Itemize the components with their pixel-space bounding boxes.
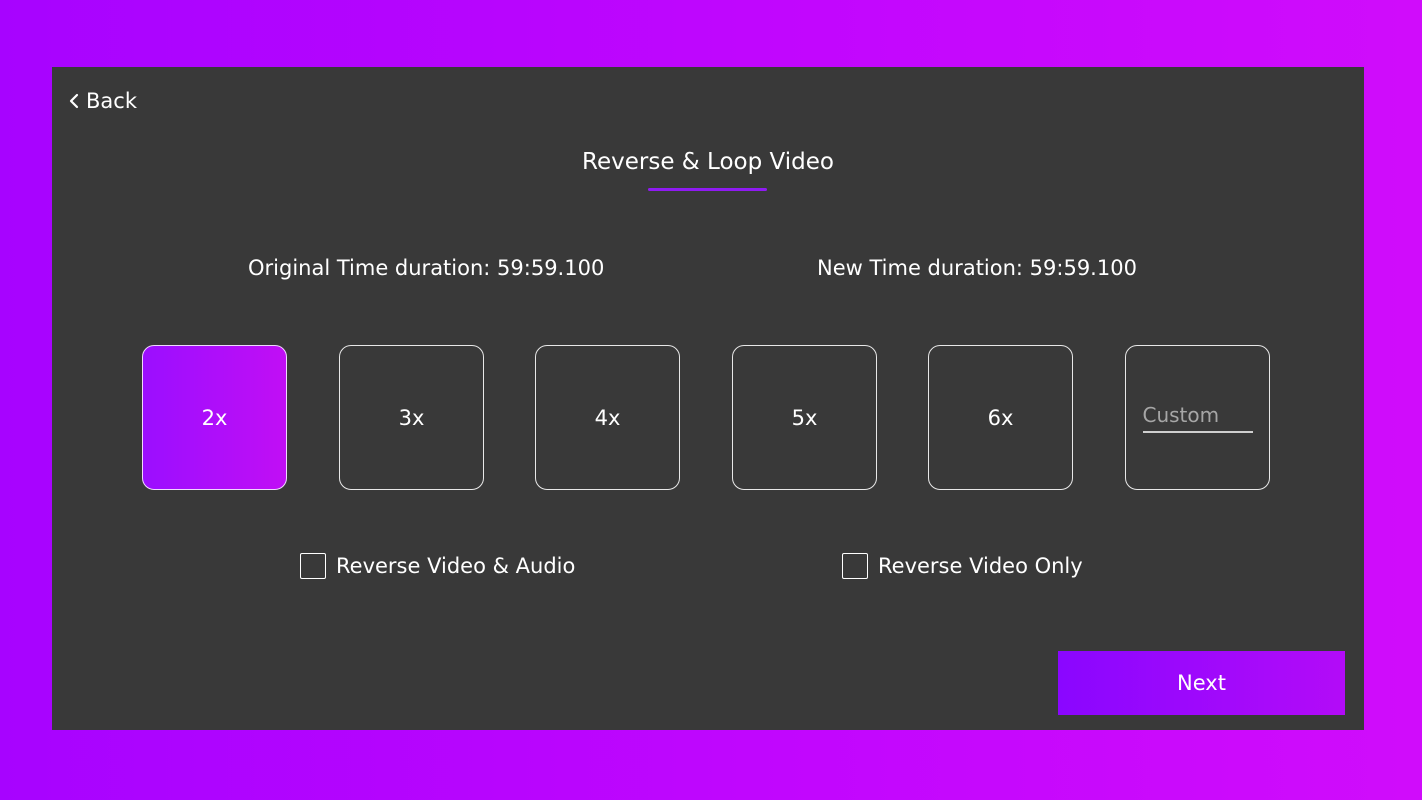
custom-speed-input[interactable] bbox=[1142, 402, 1253, 433]
back-button[interactable]: Back bbox=[68, 89, 137, 113]
speed-option-label: 4x bbox=[594, 405, 621, 430]
page-title-wrap: Reverse & Loop Video bbox=[52, 145, 1364, 179]
reverse-video-only-label: Reverse Video Only bbox=[878, 554, 1083, 578]
new-duration-label: New Time duration: 59:59.100 bbox=[817, 256, 1137, 280]
reverse-loop-panel: Back Reverse & Loop Video Original Time … bbox=[52, 67, 1364, 730]
speed-option-label: 5x bbox=[791, 405, 818, 430]
speed-option-label: 3x bbox=[398, 405, 425, 430]
speed-option-2x[interactable]: 2x bbox=[142, 345, 287, 490]
reverse-video-audio-label: Reverse Video & Audio bbox=[336, 554, 576, 578]
speed-option-6x[interactable]: 6x bbox=[928, 345, 1073, 490]
reverse-video-audio-option[interactable]: Reverse Video & Audio bbox=[300, 553, 575, 579]
speed-option-label: 2x bbox=[201, 405, 228, 430]
next-button[interactable]: Next bbox=[1058, 651, 1345, 715]
speed-option-5x[interactable]: 5x bbox=[732, 345, 877, 490]
chevron-left-icon bbox=[68, 93, 80, 109]
speed-option-4x[interactable]: 4x bbox=[535, 345, 680, 490]
page-title: Reverse & Loop Video bbox=[582, 149, 834, 175]
reverse-video-audio-checkbox[interactable] bbox=[300, 553, 326, 579]
speed-option-label: 6x bbox=[987, 405, 1014, 430]
speed-option-3x[interactable]: 3x bbox=[339, 345, 484, 490]
reverse-video-only-option[interactable]: Reverse Video Only bbox=[842, 553, 1083, 579]
speed-option-custom bbox=[1125, 345, 1270, 490]
original-duration-label: Original Time duration: 59:59.100 bbox=[248, 256, 605, 280]
title-underline bbox=[648, 188, 767, 191]
reverse-video-only-checkbox[interactable] bbox=[842, 553, 868, 579]
back-label: Back bbox=[86, 89, 137, 113]
